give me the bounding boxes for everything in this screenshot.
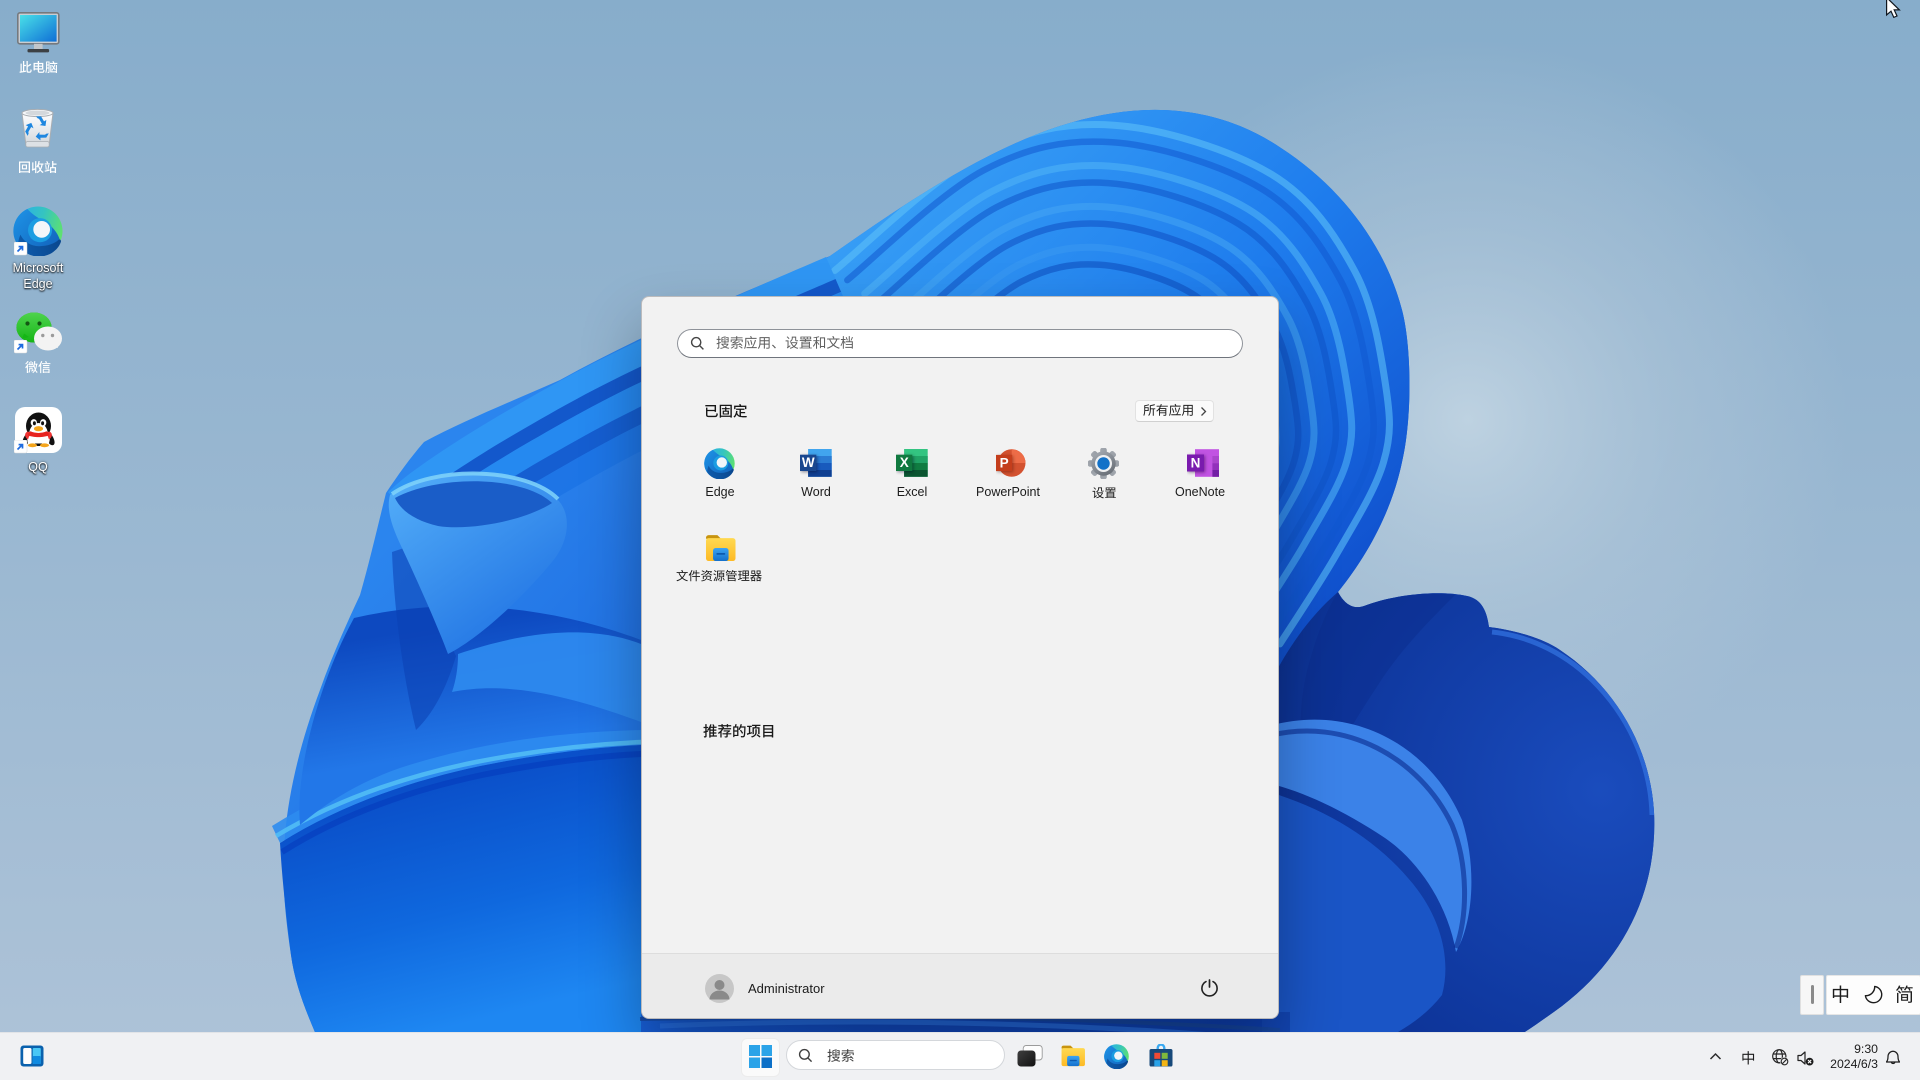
svg-text:W: W [802, 455, 815, 470]
svg-text:P: P [1000, 455, 1009, 470]
svg-text:X: X [900, 455, 909, 470]
svg-text:N: N [1191, 456, 1201, 471]
